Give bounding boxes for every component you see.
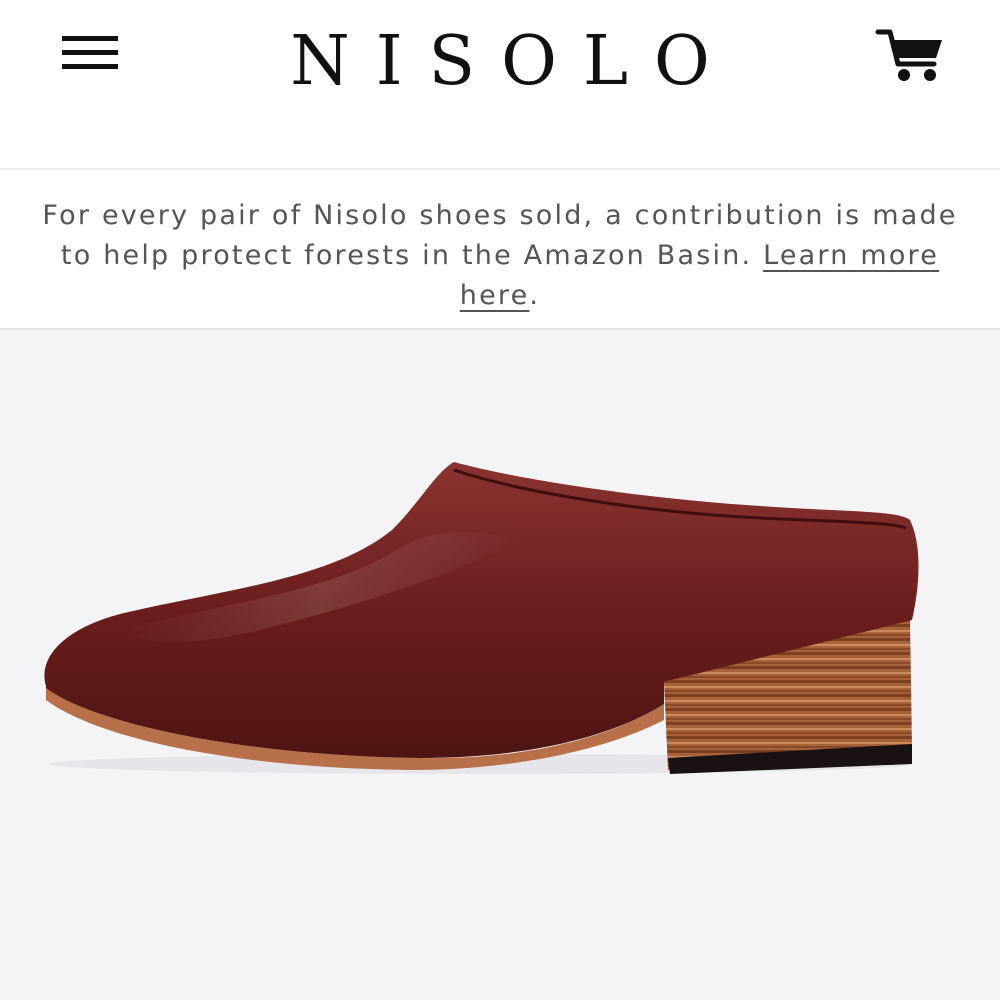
promo-trailing: . [529,280,541,311]
shopping-cart-icon[interactable] [872,24,952,88]
mule-shoe-illustration [44,462,919,774]
product-hero-image [0,330,1000,1000]
cart-svg [875,29,942,81]
brand-logo[interactable]: NISOLO [0,22,1000,102]
site-header: NISOLO [0,0,1000,170]
promo-banner: For every pair of Nisolo shoes sold, a c… [0,170,1000,330]
